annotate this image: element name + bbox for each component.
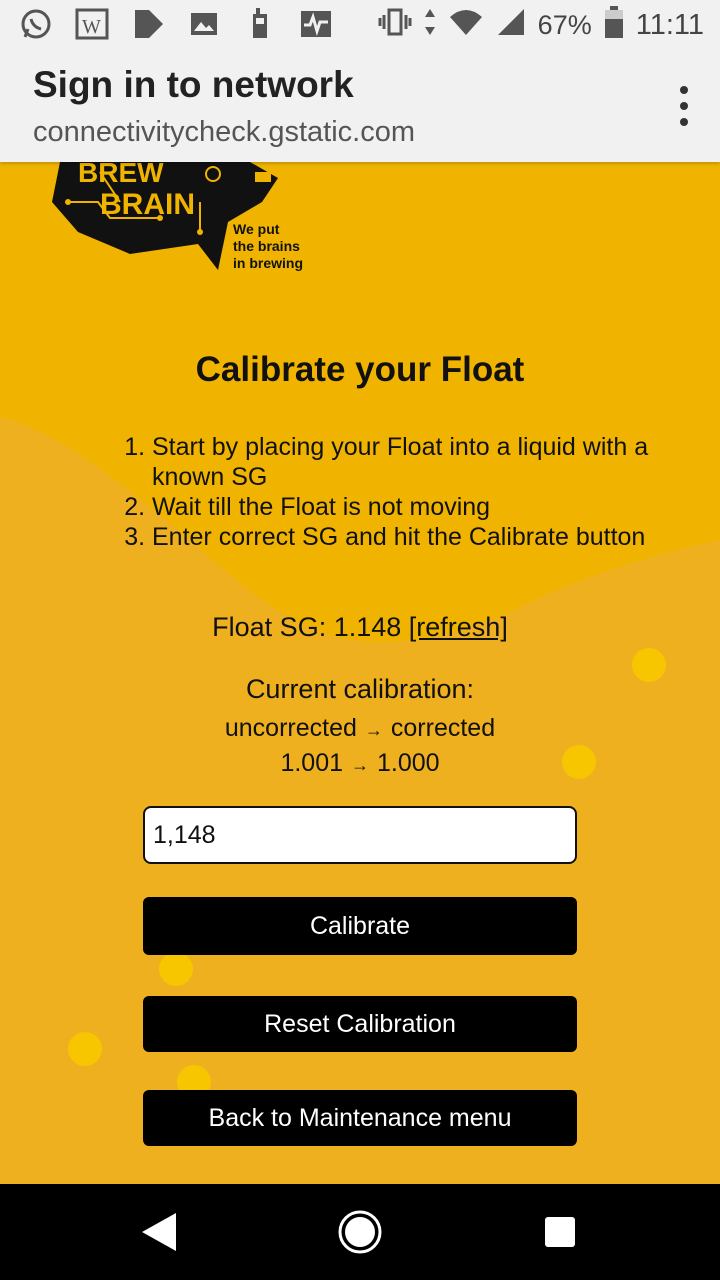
battery-icon [604,6,624,45]
system-nav-bar [0,1184,720,1280]
brewbrain-logo: BREW BRAIN We put the brains in brewing [50,162,330,282]
word-app-icon: W [74,6,110,42]
captive-portal-page: BREW BRAIN We put the brains in brewing … [0,162,720,1184]
vibrate-icon [378,7,412,44]
sg-input[interactable] [143,806,577,864]
image-icon [186,6,222,42]
clock: 11:11 [635,9,704,41]
float-sg-reading: Float SG: 1.148 [refresh] [0,612,720,643]
whatsapp-icon [18,6,54,42]
data-transfer-icon [424,7,436,44]
calibration-header-row: uncorrected → corrected [0,714,720,743]
page-title: Sign in to network [33,64,354,105]
back-nav-icon[interactable] [136,1208,184,1256]
corrected-value: 1.000 [377,749,440,777]
arrow-icon: → [351,755,369,775]
corrected-header: corrected [390,714,496,742]
reset-calibration-button[interactable]: Reset Calibration [143,996,577,1052]
wifi-icon [448,7,484,44]
current-calibration-label: Current calibration: [245,674,475,704]
logo-tagline-3: in brewing [233,255,303,271]
step-item: Start by placing your Float into a liqui… [152,432,652,492]
arrow-icon: → [364,720,383,740]
logo-word-brew: BREW [78,162,164,188]
notification-icons: W [18,6,334,42]
step-item: Wait till the Float is not moving [152,492,652,522]
calibrate-heading: Calibrate your Float [195,350,525,389]
battery-level: 67% [537,10,592,40]
uncorrected-header: uncorrected [224,714,357,742]
svg-text:W: W [82,16,101,38]
page-url: connectivitycheck.gstatic.com [33,116,415,148]
system-indicators: 67% 11:11 [378,6,704,45]
phone-icon [242,6,278,42]
logo-tagline-2: the brains [233,238,300,254]
step-item: Enter correct SG and hit the Calibrate b… [152,522,652,552]
calibrate-button[interactable]: Calibrate [143,897,577,955]
refresh-link[interactable]: [refresh] [409,612,508,642]
float-sg-value: Float SG: 1.148 [212,612,402,642]
recents-nav-icon[interactable] [536,1208,584,1256]
home-nav-icon[interactable] [336,1208,384,1256]
instruction-steps: Start by placing your Float into a liqui… [122,432,652,552]
logo-tagline-1: We put [233,221,280,237]
calibration-value-row: 1.001 → 1.000 [0,749,720,778]
decor-dot [68,1032,102,1066]
back-to-maintenance-button[interactable]: Back to Maintenance menu [143,1090,577,1146]
uncorrected-value: 1.001 [280,749,343,777]
status-bar: W 67% 11:11 [0,0,720,48]
pulse-icon [298,6,334,42]
signal-icon [496,7,526,44]
play-icon [130,6,166,42]
logo-word-brain: BRAIN [100,188,195,221]
decor-dot [159,952,193,986]
browser-app-bar: Sign in to network connectivitycheck.gst… [0,48,720,162]
overflow-menu-icon[interactable] [676,86,692,126]
